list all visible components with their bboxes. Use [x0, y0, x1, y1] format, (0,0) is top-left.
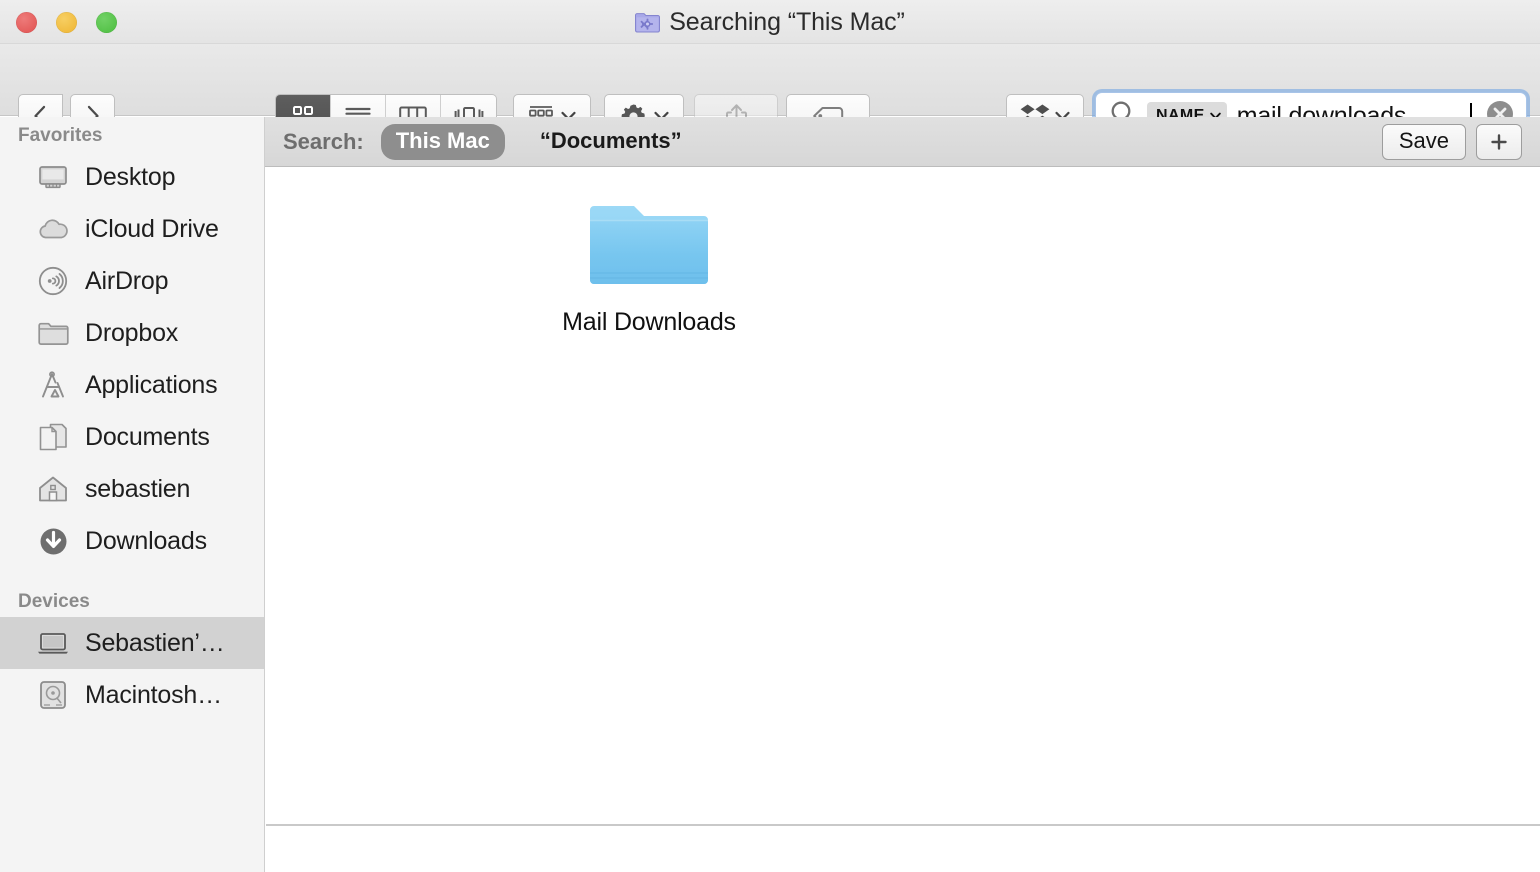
sidebar-item-dropbox[interactable]: Dropbox	[0, 307, 264, 359]
title-bar: Searching “This Mac”	[0, 0, 1540, 44]
window-controls	[16, 12, 117, 33]
sidebar-item-downloads[interactable]: Downloads	[0, 515, 264, 567]
sidebar-item-sebastiens-macbook[interactable]: Sebastien’…	[0, 617, 264, 669]
plus-icon	[1491, 133, 1507, 150]
file-item-label: Mail Downloads	[562, 308, 736, 336]
scope-chip-this-mac[interactable]: This Mac	[380, 123, 505, 160]
scope-chip-documents[interactable]: “Documents”	[525, 124, 697, 160]
file-item[interactable]: Mail Downloads	[562, 194, 736, 337]
add-criteria-button[interactable]	[1476, 123, 1522, 160]
downloads-icon	[36, 526, 70, 556]
toolbar: NAME mail downloads	[0, 44, 1540, 140]
sidebar-item-sebastien-home[interactable]: sebastien	[0, 463, 264, 515]
sidebar-item-desktop[interactable]: Desktop	[0, 151, 264, 203]
laptop-icon	[36, 628, 70, 658]
sidebar-item-label: Documents	[85, 422, 210, 451]
desktop-icon	[36, 162, 70, 192]
cloud-icon	[36, 214, 70, 244]
sidebar-item-label: Macintosh…	[85, 680, 222, 709]
sidebar-item-label: Dropbox	[85, 318, 179, 347]
close-button[interactable]	[16, 12, 37, 33]
folder-icon	[36, 318, 70, 348]
window-title: Searching “This Mac”	[0, 0, 1540, 44]
sidebar-item-macintosh-hd[interactable]: Macintosh…	[0, 669, 264, 721]
sidebar-item-applications[interactable]: Applications	[0, 359, 264, 411]
smart-folder-icon	[635, 12, 661, 33]
scope-bar-actions: Save	[1381, 123, 1522, 160]
file-browser-content[interactable]: Mail Downloads	[266, 168, 1540, 825]
sidebar-header-devices: Devices	[18, 591, 90, 612]
sidebar-item-label: Sebastien’…	[85, 628, 225, 657]
documents-icon	[36, 422, 70, 452]
sidebar-header-favorites: Favorites	[18, 125, 103, 146]
sidebar-item-label: Desktop	[85, 162, 176, 191]
save-button[interactable]: Save	[1381, 123, 1466, 160]
finder-window: Searching “This Mac” NAME mail downloads…	[0, 0, 1540, 872]
sidebar-item-label: sebastien	[85, 474, 191, 503]
scope-bar-label: Search:	[283, 128, 364, 154]
sidebar-item-label: Applications	[85, 370, 218, 399]
sidebar: Favorites Desktop iCloud Drive AirDrop D…	[0, 117, 265, 872]
applications-icon	[36, 370, 70, 400]
search-scope-bar: Search: This Mac “Documents” Save	[265, 117, 1540, 167]
window-title-text: Searching “This Mac”	[669, 7, 905, 36]
sidebar-item-documents[interactable]: Documents	[0, 411, 264, 463]
status-bar	[266, 826, 1540, 872]
sidebar-item-label: AirDrop	[85, 266, 169, 295]
zoom-button[interactable]	[96, 12, 117, 33]
sidebar-item-label: Downloads	[85, 526, 207, 555]
home-icon	[36, 474, 70, 504]
sidebar-item-label: iCloud Drive	[85, 214, 219, 243]
sidebar-item-airdrop[interactable]: AirDrop	[0, 255, 264, 307]
harddisk-icon	[36, 680, 70, 710]
sidebar-item-icloud-drive[interactable]: iCloud Drive	[0, 203, 264, 255]
airdrop-icon	[36, 266, 70, 296]
minimize-button[interactable]	[56, 12, 77, 33]
blue-folder-icon	[588, 194, 710, 294]
